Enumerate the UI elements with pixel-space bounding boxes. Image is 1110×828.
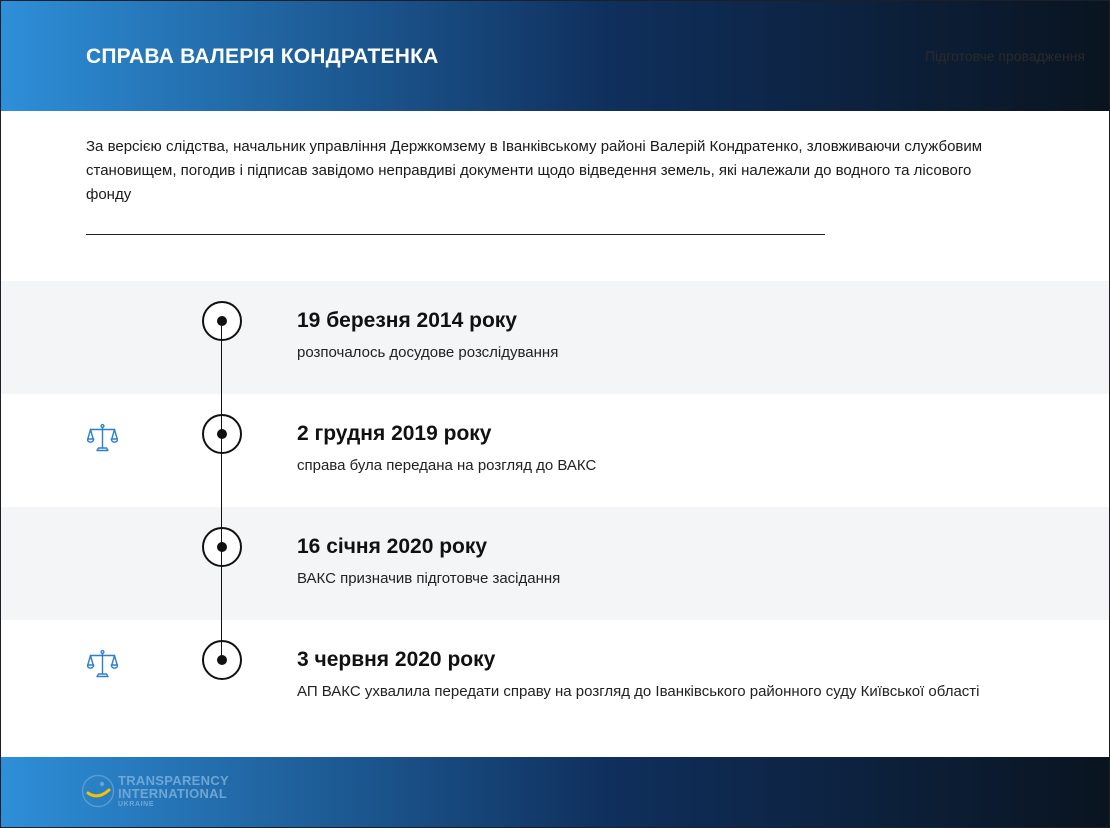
timeline-event: 3 червня 2020 року АП ВАКС ухвалила пере… (1, 620, 1109, 757)
timeline-event: 19 березня 2014 року розпочалось досудов… (1, 281, 1109, 394)
case-summary: За версією слідства, начальник управлінн… (86, 138, 983, 203)
logo-text-line3: UKRAINE (118, 801, 155, 808)
scales-icon (87, 423, 118, 452)
timeline-node-dot (217, 429, 227, 439)
case-timeline: 19 березня 2014 року розпочалось досудов… (1, 281, 1109, 757)
event-date: 3 червня 2020 року (297, 648, 496, 671)
globe-icon (81, 774, 115, 808)
timeline-node-dot (217, 316, 227, 326)
event-description: АП ВАКС ухвалила передати справу на розг… (297, 683, 980, 700)
page-title: СПРАВА ВАЛЕРІЯ КОНДРАТЕНКА (86, 45, 439, 68)
timeline-node (202, 640, 242, 680)
event-description: розпочалось досудове розслідування (297, 344, 559, 361)
timeline-event: 2 грудня 2019 року справа була передана … (1, 394, 1109, 507)
infographic: СПРАВА ВАЛЕРІЯ КОНДРАТЕНКА Підготовче пр… (0, 0, 1110, 828)
event-description: справа була передана на розгляд до ВАКС (297, 457, 597, 474)
timeline-node (202, 527, 242, 567)
case-stage-label: Підготовче провадження (924, 48, 1085, 64)
event-description: ВАКС призначив підготовче засідання (297, 570, 561, 587)
event-date: 2 грудня 2019 року (297, 422, 492, 445)
logo-text-line2: INTERNATIONAL (118, 786, 228, 801)
timeline-node-dot (217, 542, 227, 552)
event-date: 16 січня 2020 року (297, 535, 488, 558)
header-banner: СПРАВА ВАЛЕРІЯ КОНДРАТЕНКА Підготовче пр… (1, 1, 1109, 111)
timeline-connector (221, 321, 222, 660)
transparency-international-logo[interactable]: TRANSPARENCY INTERNATIONAL UKRAINE (81, 772, 251, 814)
timeline-node-dot (217, 655, 227, 665)
timeline-event: 16 січня 2020 року ВАКС призначив підгот… (1, 507, 1109, 620)
timeline-node (202, 414, 242, 454)
event-date: 19 березня 2014 року (297, 309, 517, 332)
footer-banner: TRANSPARENCY INTERNATIONAL UKRAINE (1, 757, 1109, 827)
summary-divider (86, 234, 825, 235)
scales-icon (87, 649, 118, 678)
timeline-node (202, 301, 242, 341)
